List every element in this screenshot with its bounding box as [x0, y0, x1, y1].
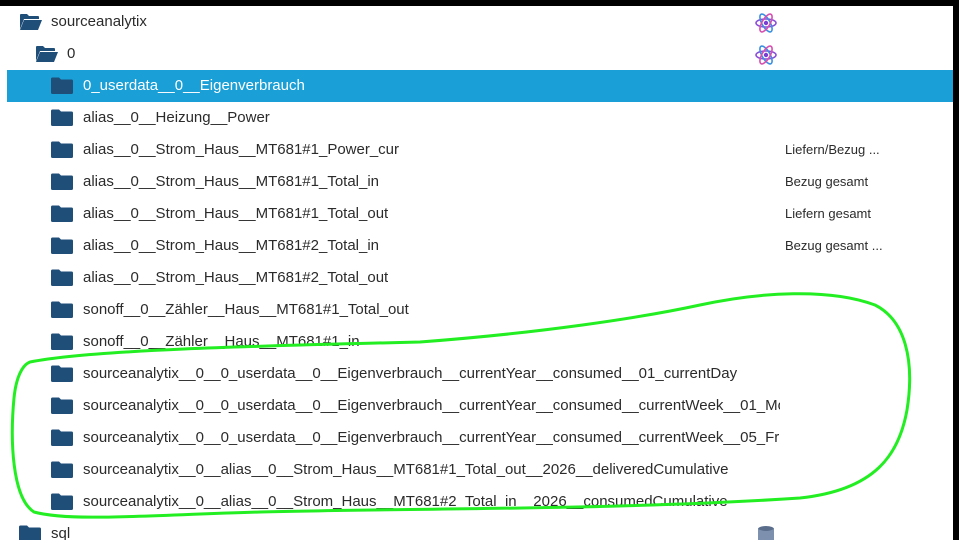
folder-icon[interactable] [51, 269, 73, 286]
folder-icon[interactable] [51, 237, 73, 254]
tree-item-label: sourceanalytix__0__alias__0__Strom_Haus_… [83, 493, 728, 510]
tree-item-label: sourceanalytix__0__0_userdata__0__Eigenv… [83, 365, 738, 382]
adapter-icon [754, 11, 778, 35]
tree-item[interactable]: sourceanalytix__0__alias__0__Strom_Haus_… [0, 454, 953, 486]
folder-icon[interactable] [51, 493, 73, 510]
tree-item-label: alias__0__Strom_Haus__MT681#1_Power_cur [83, 141, 400, 158]
folder-icon[interactable] [51, 333, 73, 350]
tree-item-description: Liefern/Bezug ... [785, 142, 880, 157]
folder-icon[interactable] [51, 77, 73, 94]
tree-item-description: Bezug gesamt ... [785, 238, 883, 253]
tree-item[interactable]: alias__0__Strom_Haus__MT681#2_Total_out [0, 262, 953, 294]
folder-icon[interactable] [51, 173, 73, 190]
tree-item-label: alias__0__Strom_Haus__MT681#2_Total_out [83, 269, 389, 286]
tree-item-label: sonoff__0__Zähler__Haus__MT681#1_in [83, 333, 360, 350]
tree-item[interactable]: sonoff__0__Zähler__Haus__MT681#1_Total_o… [0, 294, 953, 326]
tree-item[interactable]: sourceanalytix__0__alias__0__Strom_Haus_… [0, 486, 953, 518]
tree-item[interactable]: alias__0__Strom_Haus__MT681#1_Total_out L… [0, 198, 953, 230]
folder-icon[interactable] [51, 365, 73, 382]
adapter-icon [754, 43, 778, 67]
tree-item[interactable]: alias__0__Heizung__Power [0, 102, 953, 134]
folder-icon[interactable] [51, 205, 73, 222]
tree-node-instance-0[interactable]: 0 [0, 38, 953, 70]
tree-item-label: alias__0__Heizung__Power [83, 109, 270, 126]
tree-item[interactable]: sonoff__0__Zähler__Haus__MT681#1_in [0, 326, 953, 358]
tree-item-label: 0 [67, 45, 76, 62]
database-icon [754, 523, 778, 540]
folder-open-icon[interactable] [19, 13, 42, 30]
tree-node-sourceanalytix[interactable]: sourceanalytix [0, 6, 953, 38]
tree-item[interactable]: sourceanalytix__0__0_userdata__0__Eigenv… [0, 390, 953, 422]
tree-item-label: alias__0__Strom_Haus__MT681#2_Total_in [83, 237, 380, 254]
tree-item-label: sourceanalytix__0__alias__0__Strom_Haus_… [83, 461, 729, 478]
folder-icon[interactable] [51, 461, 73, 478]
tree-item[interactable]: alias__0__Strom_Haus__MT681#2_Total_in Be… [0, 230, 953, 262]
tree-item-label: sourceanalytix__0__0_userdata__0__Eigenv… [83, 397, 780, 414]
folder-icon[interactable] [51, 397, 73, 414]
tree-item-label: sourceanalytix [51, 13, 147, 30]
tree-item-label: sql [51, 525, 71, 540]
tree-item-label: 0_userdata__0__Eigenverbrauch [83, 77, 305, 94]
folder-icon[interactable] [51, 301, 73, 318]
folder-icon[interactable] [51, 141, 73, 158]
tree-item[interactable]: sourceanalytix__0__0_userdata__0__Eigenv… [0, 422, 953, 454]
tree-item-description: Liefern gesamt [785, 206, 871, 221]
tree-item[interactable]: alias__0__Strom_Haus__MT681#1_Power_cur L… [0, 134, 953, 166]
folder-open-icon[interactable] [35, 45, 58, 62]
tree-item-label: alias__0__Strom_Haus__MT681#1_Total_out [83, 205, 389, 222]
tree-item-description: Bezug gesamt [785, 174, 869, 189]
folder-icon[interactable] [51, 429, 73, 446]
tree-node-sql[interactable]: sql [0, 518, 953, 540]
tree-item-label: sonoff__0__Zähler__Haus__MT681#1_Total_o… [83, 301, 409, 318]
folder-icon[interactable] [51, 109, 73, 126]
folder-icon[interactable] [19, 525, 41, 540]
tree-item-label: alias__0__Strom_Haus__MT681#1_Total_in [83, 173, 380, 190]
tree-item-label: sourceanalytix__0__0_userdata__0__Eigenv… [83, 429, 780, 446]
tree-item[interactable]: 0_userdata__0__Eigenverbrauch [7, 70, 953, 102]
tree-item[interactable]: sourceanalytix__0__0_userdata__0__Eigenv… [0, 358, 953, 390]
object-tree: sourceanalytix 0 0_userdata__0__Eigenverbr… [0, 6, 953, 540]
tree-item[interactable]: alias__0__Strom_Haus__MT681#1_Total_in Be… [0, 166, 953, 198]
